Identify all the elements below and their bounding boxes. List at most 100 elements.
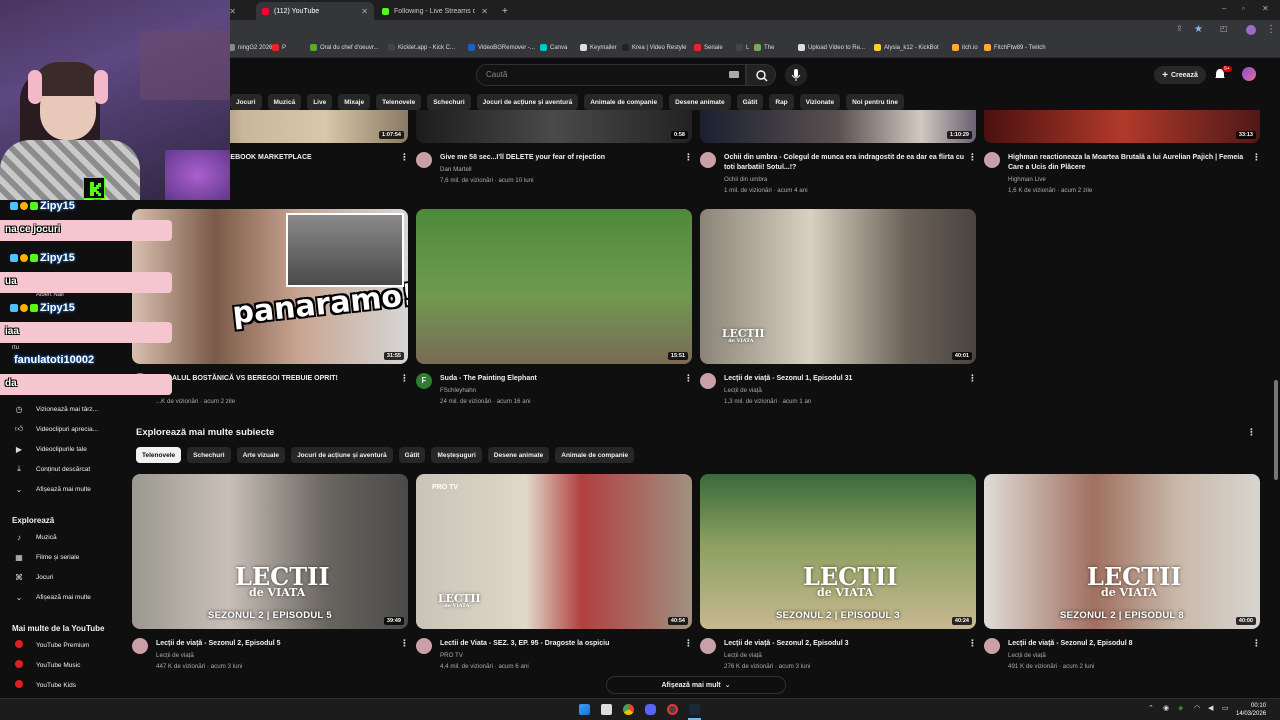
- browser-tab-kick[interactable]: Following - Live Streams on Kick ✕: [376, 2, 494, 20]
- video-thumbnail[interactable]: 40:54 PRO TV LECTII de VIATA: [416, 474, 692, 629]
- sidebar-item-downloads[interactable]: ⤓ Conținut descărcat: [12, 462, 90, 476]
- video-card[interactable]: 39:49 LECTII de VIATA SEZONUL 2 | EPISODUL …: [132, 474, 409, 674]
- explore-chip-7[interactable]: Animale de companie: [555, 447, 635, 463]
- search-button[interactable]: [746, 64, 776, 86]
- minimize-icon[interactable]: –: [1222, 4, 1226, 13]
- wifi-icon[interactable]: ◠: [1194, 704, 1200, 712]
- obs-icon[interactable]: [667, 704, 678, 715]
- video-thumbnail[interactable]: 0:58: [416, 110, 692, 143]
- close-icon[interactable]: ✕: [355, 7, 368, 16]
- channel-avatar[interactable]: [984, 638, 1000, 654]
- more-options-icon[interactable]: ⋮: [1252, 152, 1261, 163]
- battery-icon[interactable]: ▭: [1222, 704, 1229, 712]
- bookmark-item[interactable]: P: [272, 44, 286, 51]
- more-options-icon[interactable]: ⋮: [684, 152, 693, 163]
- close-icon[interactable]: ✕: [475, 7, 488, 16]
- keyboard-icon[interactable]: [729, 71, 739, 78]
- more-options-icon[interactable]: ⋮: [400, 152, 409, 163]
- chip-0[interactable]: Jocuri: [230, 94, 262, 110]
- sidebar-item-show-more-explore[interactable]: ⌄ Afișează mai multe: [12, 590, 91, 604]
- chip-2[interactable]: Live: [307, 94, 333, 110]
- video-thumbnail[interactable]: 1:10:29: [700, 110, 976, 143]
- chip-6[interactable]: Jocuri de acțiune și aventură: [476, 94, 579, 110]
- show-more-button[interactable]: Afișează mai mult ⌄: [606, 676, 786, 694]
- video-thumbnail[interactable]: 40:01 LECTII de VIATA: [700, 209, 976, 364]
- tray-app-icon[interactable]: ◈: [1178, 704, 1183, 712]
- discord-icon[interactable]: [645, 704, 656, 715]
- channel-avatar[interactable]: F: [416, 373, 432, 389]
- video-card[interactable]: 33:13 Highman reactioneaza la Moartea Bru…: [984, 110, 1261, 310]
- sidebar-item-kids[interactable]: YouTube Kids: [12, 678, 76, 692]
- explore-chip-2[interactable]: Arte vizuale: [236, 447, 286, 463]
- more-options-icon[interactable]: ⋮: [968, 373, 977, 384]
- sidebar-item-show-more[interactable]: ⌄ Afișează mai multe: [12, 482, 91, 496]
- sidebar-item-music-app[interactable]: YouTube Music: [12, 658, 80, 672]
- more-options-icon[interactable]: ⋮: [684, 638, 693, 649]
- more-options-icon[interactable]: ⋮: [400, 638, 409, 649]
- video-card[interactable]: 15:51 F Suda - The Painting Elephant FSchle…: [416, 209, 693, 409]
- video-card[interactable]: 40:54 PRO TV LECTII de VIATA Lectii de Viata…: [416, 474, 693, 674]
- sidebar-item-watch-later[interactable]: ◷ Vizionează mai târz...: [12, 402, 99, 416]
- close-window-icon[interactable]: ✕: [1262, 4, 1269, 13]
- video-card[interactable]: 31:55 panaramo! ...NDALUL BOSTĂNICĂ VS BER…: [132, 209, 409, 409]
- channel-avatar[interactable]: [984, 152, 1000, 168]
- more-options-icon[interactable]: ⋮: [400, 373, 409, 384]
- extensions-icon[interactable]: ◰: [1220, 24, 1228, 33]
- bookmark-item[interactable]: Keymailer: [580, 44, 617, 51]
- system-clock[interactable]: 00:10 14/03/2026: [1236, 702, 1266, 718]
- sidebar-item-gaming[interactable]: ⌘ Jocuri: [12, 570, 53, 584]
- explore-chip-6[interactable]: Desene animate: [487, 447, 550, 463]
- sidebar-item-premium[interactable]: YouTube Premium: [12, 638, 89, 652]
- explore-chip-0[interactable]: Telenovele: [136, 447, 182, 463]
- create-button[interactable]: + Creează: [1154, 66, 1206, 84]
- chip-8[interactable]: Desene animate: [669, 94, 731, 110]
- chip-3[interactable]: Mixaje: [338, 94, 371, 110]
- bookmark-item[interactable]: ningG2 2026: [228, 44, 272, 51]
- file-explorer-icon[interactable]: [601, 704, 612, 715]
- voice-search-button[interactable]: [785, 64, 807, 86]
- explore-chip-3[interactable]: Jocuri de acțiune și aventură: [291, 447, 393, 463]
- sidebar-item-music[interactable]: ♪ Muzică: [12, 530, 57, 544]
- chip-5[interactable]: Schechuri: [427, 94, 471, 110]
- channel-avatar[interactable]: [416, 638, 432, 654]
- channel-avatar[interactable]: [700, 373, 716, 389]
- bookmark-item[interactable]: Seriale: [694, 44, 723, 51]
- section-menu-icon[interactable]: ⋮: [1247, 427, 1256, 438]
- new-tab-button[interactable]: +: [496, 2, 510, 20]
- menu-icon[interactable]: ⋮: [1266, 24, 1276, 35]
- video-card[interactable]: 40:01 LECTII de VIATA Lecții de viață - Sez…: [700, 209, 977, 409]
- bookmark-item[interactable]: Oral du chef d'oeuvr...: [310, 44, 379, 51]
- chip-9[interactable]: Gătit: [736, 94, 764, 110]
- bookmark-item[interactable]: Upload Video to Re...: [798, 44, 865, 51]
- channel-avatar[interactable]: [700, 152, 716, 168]
- more-options-icon[interactable]: ⋮: [968, 638, 977, 649]
- explore-chip-5[interactable]: Meșteșuguri: [431, 447, 482, 463]
- bookmark-item[interactable]: itch.io: [952, 44, 978, 51]
- bookmark-item[interactable]: L: [736, 44, 749, 51]
- search-input[interactable]: Caută: [476, 64, 746, 86]
- chip-10[interactable]: Rap: [769, 94, 794, 110]
- maximize-icon[interactable]: ▫: [1242, 4, 1245, 13]
- sidebar-item-your-videos[interactable]: ▶ Videoclipurile tale: [12, 442, 87, 456]
- sidebar-item-liked[interactable]: 👍︎ Videoclipuri aprecia...: [12, 422, 98, 436]
- bookmark-item[interactable]: The: [754, 44, 774, 51]
- browser-tab-youtube[interactable]: (112) YouTube ✕: [256, 2, 374, 20]
- video-thumbnail[interactable]: 15:51: [416, 209, 692, 364]
- bookmark-item[interactable]: Kicklet.app - Kick C...: [388, 44, 455, 51]
- video-thumbnail[interactable]: 39:49 LECTII de VIATA SEZONUL 2 | EPISODUL …: [132, 474, 408, 629]
- bookmark-item[interactable]: VideoBGRemover -...: [468, 44, 535, 51]
- video-card[interactable]: 40:24 LECTII de VIATA SEZONUL 2 | EPISODUL …: [700, 474, 977, 674]
- video-card[interactable]: 40:00 LECTII de VIATA SEZONUL 2 | EPISODUL …: [984, 474, 1261, 674]
- chrome-icon[interactable]: [623, 704, 634, 715]
- explore-chip-4[interactable]: Gătit: [398, 447, 426, 463]
- chip-12[interactable]: Noi pentru tine: [846, 94, 904, 110]
- channel-avatar[interactable]: [700, 638, 716, 654]
- tray-app-icon[interactable]: ◉: [1163, 704, 1169, 712]
- tray-chevron-icon[interactable]: ⌃: [1148, 704, 1154, 712]
- more-options-icon[interactable]: ⋮: [684, 373, 693, 384]
- star-icon[interactable]: ★: [1194, 24, 1203, 35]
- channel-avatar[interactable]: [132, 638, 148, 654]
- more-options-icon[interactable]: ⋮: [1252, 638, 1261, 649]
- bookmark-item[interactable]: FitchFtw89 - Twitch: [984, 44, 1046, 51]
- windows-start-icon[interactable]: [579, 704, 590, 715]
